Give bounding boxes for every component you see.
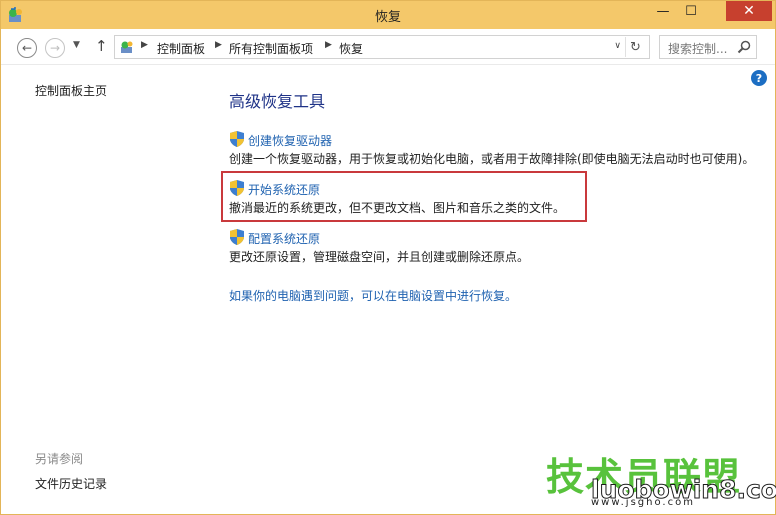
breadcrumb-separator[interactable]: ▶ bbox=[141, 40, 148, 50]
control-panel-window: 恢复 — ☐ ✕ ← → ▼ ↑ ▶ 控制面板 ▶ 所有控制面板项 ▶ 恢复 ∨… bbox=[0, 0, 776, 515]
up-button[interactable]: ↑ bbox=[95, 37, 108, 55]
address-bar[interactable]: ▶ 控制面板 ▶ 所有控制面板项 ▶ 恢复 ∨ ↻ bbox=[114, 35, 650, 59]
maximize-button[interactable]: ☐ bbox=[677, 1, 705, 21]
breadcrumb-all-items[interactable]: 所有控制面板项 bbox=[229, 40, 313, 57]
navigation-bar: ← → ▼ ↑ ▶ 控制面板 ▶ 所有控制面板项 ▶ 恢复 ∨ ↻ 搜索控制..… bbox=[1, 29, 775, 65]
page-title: 高级恢复工具 bbox=[229, 92, 326, 111]
help-icon[interactable]: ? bbox=[751, 70, 767, 86]
search-icon[interactable] bbox=[736, 39, 752, 55]
highlight-box bbox=[221, 171, 587, 222]
pc-settings-recovery-link[interactable]: 如果你的电脑遇到问题，可以在电脑设置中进行恢复。 bbox=[229, 287, 517, 304]
breadcrumb-control-panel[interactable]: 控制面板 bbox=[157, 40, 205, 57]
shield-icon bbox=[230, 229, 244, 245]
address-dropdown-icon[interactable]: ∨ bbox=[614, 41, 621, 51]
control-panel-icon bbox=[121, 41, 133, 53]
close-button[interactable]: ✕ bbox=[726, 1, 772, 21]
watermark-small: www.jsgho.com bbox=[591, 497, 695, 508]
refresh-button[interactable]: ↻ bbox=[625, 37, 645, 57]
configure-system-restore-desc: 更改还原设置，管理磁盘空间，并且创建或删除还原点。 bbox=[229, 250, 530, 264]
breadcrumb-recovery[interactable]: 恢复 bbox=[339, 40, 363, 57]
breadcrumb-separator[interactable]: ▶ bbox=[215, 40, 222, 50]
title-bar[interactable]: 恢复 — ☐ ✕ bbox=[1, 1, 775, 29]
shield-icon bbox=[230, 131, 244, 147]
configure-system-restore-link[interactable]: 配置系统还原 bbox=[248, 230, 320, 247]
see-also-label: 另请参阅 bbox=[35, 452, 84, 466]
control-panel-home-link[interactable]: 控制面板主页 bbox=[35, 82, 107, 99]
search-box[interactable]: 搜索控制... bbox=[659, 35, 757, 59]
forward-button[interactable]: → bbox=[45, 38, 65, 58]
recent-locations-dropdown[interactable]: ▼ bbox=[73, 40, 80, 50]
breadcrumb-separator[interactable]: ▶ bbox=[325, 40, 332, 50]
search-input[interactable]: 搜索控制... bbox=[668, 40, 727, 57]
back-button[interactable]: ← bbox=[17, 38, 37, 58]
minimize-button[interactable]: — bbox=[649, 1, 677, 21]
create-recovery-drive-link[interactable]: 创建恢复驱动器 bbox=[248, 132, 332, 149]
create-recovery-drive-desc: 创建一个恢复驱动器，用于恢复或初始化电脑，或者用于故障排除(即使电脑无法启动时也… bbox=[229, 152, 755, 166]
file-history-link[interactable]: 文件历史记录 bbox=[35, 475, 107, 492]
